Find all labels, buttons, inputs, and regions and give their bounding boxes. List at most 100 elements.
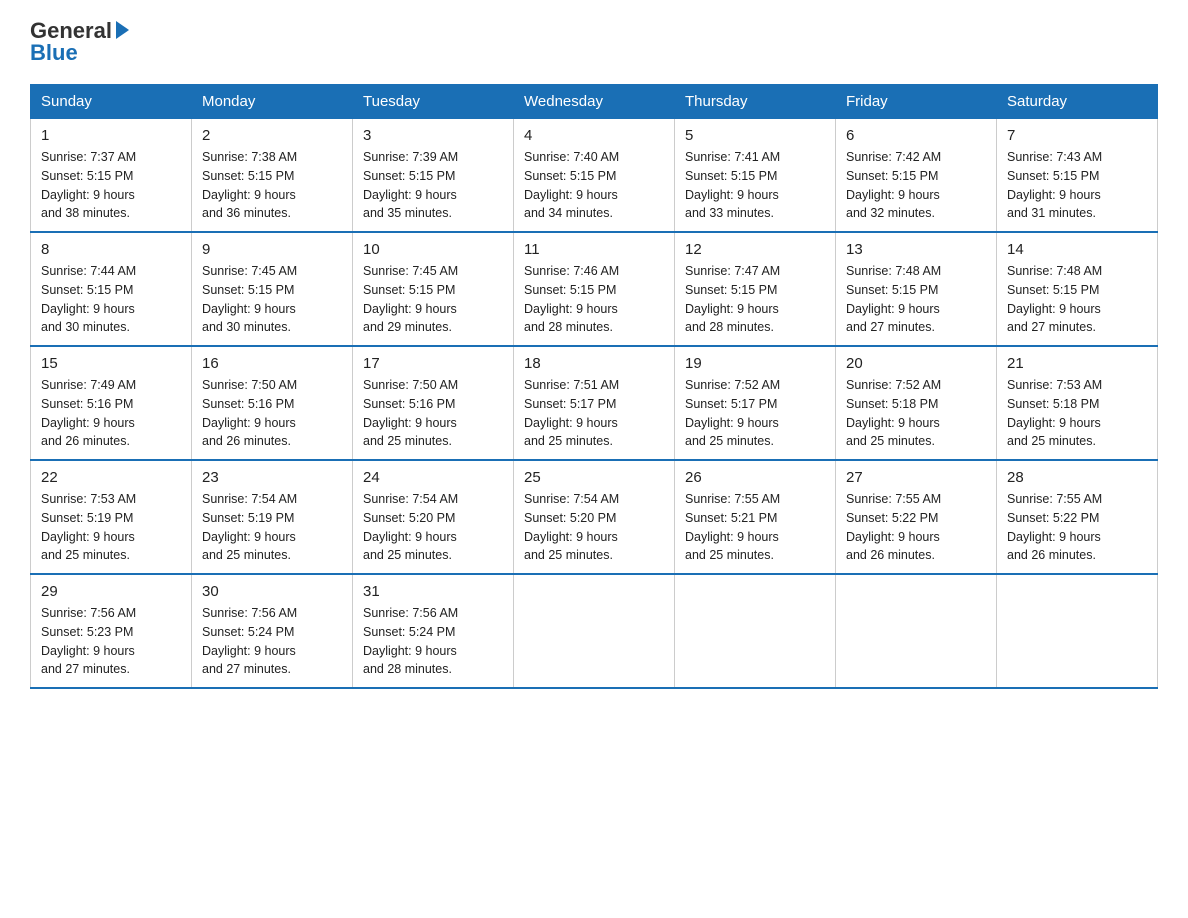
day-number: 12 — [685, 241, 825, 258]
calendar-cell: 2 Sunrise: 7:38 AM Sunset: 5:15 PM Dayli… — [192, 119, 353, 233]
weekday-sunday: Sunday — [31, 85, 192, 119]
day-info: Sunrise: 7:56 AM Sunset: 5:23 PM Dayligh… — [41, 604, 181, 679]
day-number: 30 — [202, 583, 342, 600]
day-number: 24 — [363, 469, 503, 486]
calendar-header: SundayMondayTuesdayWednesdayThursdayFrid… — [31, 85, 1158, 119]
weekday-wednesday: Wednesday — [514, 85, 675, 119]
weekday-row: SundayMondayTuesdayWednesdayThursdayFrid… — [31, 85, 1158, 119]
day-info: Sunrise: 7:54 AM Sunset: 5:19 PM Dayligh… — [202, 490, 342, 565]
day-number: 21 — [1007, 355, 1147, 372]
weekday-thursday: Thursday — [675, 85, 836, 119]
calendar-cell — [997, 574, 1158, 688]
weekday-saturday: Saturday — [997, 85, 1158, 119]
calendar-cell: 7 Sunrise: 7:43 AM Sunset: 5:15 PM Dayli… — [997, 119, 1158, 233]
day-info: Sunrise: 7:40 AM Sunset: 5:15 PM Dayligh… — [524, 148, 664, 223]
day-number: 14 — [1007, 241, 1147, 258]
logo: General Blue — [30, 20, 129, 64]
day-number: 27 — [846, 469, 986, 486]
calendar-cell: 28 Sunrise: 7:55 AM Sunset: 5:22 PM Dayl… — [997, 460, 1158, 574]
day-info: Sunrise: 7:49 AM Sunset: 5:16 PM Dayligh… — [41, 376, 181, 451]
day-number: 26 — [685, 469, 825, 486]
week-row-4: 22 Sunrise: 7:53 AM Sunset: 5:19 PM Dayl… — [31, 460, 1158, 574]
day-number: 1 — [41, 127, 181, 144]
day-info: Sunrise: 7:51 AM Sunset: 5:17 PM Dayligh… — [524, 376, 664, 451]
calendar-cell — [514, 574, 675, 688]
calendar-table: SundayMondayTuesdayWednesdayThursdayFrid… — [30, 84, 1158, 689]
day-info: Sunrise: 7:37 AM Sunset: 5:15 PM Dayligh… — [41, 148, 181, 223]
calendar-cell — [836, 574, 997, 688]
calendar-cell: 3 Sunrise: 7:39 AM Sunset: 5:15 PM Dayli… — [353, 119, 514, 233]
calendar-cell: 17 Sunrise: 7:50 AM Sunset: 5:16 PM Dayl… — [353, 346, 514, 460]
day-info: Sunrise: 7:44 AM Sunset: 5:15 PM Dayligh… — [41, 262, 181, 337]
calendar-cell: 5 Sunrise: 7:41 AM Sunset: 5:15 PM Dayli… — [675, 119, 836, 233]
day-number: 16 — [202, 355, 342, 372]
day-info: Sunrise: 7:53 AM Sunset: 5:19 PM Dayligh… — [41, 490, 181, 565]
day-number: 23 — [202, 469, 342, 486]
day-info: Sunrise: 7:38 AM Sunset: 5:15 PM Dayligh… — [202, 148, 342, 223]
day-info: Sunrise: 7:42 AM Sunset: 5:15 PM Dayligh… — [846, 148, 986, 223]
day-info: Sunrise: 7:43 AM Sunset: 5:15 PM Dayligh… — [1007, 148, 1147, 223]
week-row-5: 29 Sunrise: 7:56 AM Sunset: 5:23 PM Dayl… — [31, 574, 1158, 688]
day-info: Sunrise: 7:54 AM Sunset: 5:20 PM Dayligh… — [363, 490, 503, 565]
week-row-2: 8 Sunrise: 7:44 AM Sunset: 5:15 PM Dayli… — [31, 232, 1158, 346]
day-info: Sunrise: 7:50 AM Sunset: 5:16 PM Dayligh… — [202, 376, 342, 451]
day-info: Sunrise: 7:53 AM Sunset: 5:18 PM Dayligh… — [1007, 376, 1147, 451]
calendar-body: 1 Sunrise: 7:37 AM Sunset: 5:15 PM Dayli… — [31, 119, 1158, 689]
day-info: Sunrise: 7:56 AM Sunset: 5:24 PM Dayligh… — [202, 604, 342, 679]
day-info: Sunrise: 7:45 AM Sunset: 5:15 PM Dayligh… — [202, 262, 342, 337]
day-info: Sunrise: 7:52 AM Sunset: 5:18 PM Dayligh… — [846, 376, 986, 451]
day-info: Sunrise: 7:50 AM Sunset: 5:16 PM Dayligh… — [363, 376, 503, 451]
day-info: Sunrise: 7:55 AM Sunset: 5:22 PM Dayligh… — [846, 490, 986, 565]
calendar-cell: 21 Sunrise: 7:53 AM Sunset: 5:18 PM Dayl… — [997, 346, 1158, 460]
day-number: 5 — [685, 127, 825, 144]
calendar-cell: 23 Sunrise: 7:54 AM Sunset: 5:19 PM Dayl… — [192, 460, 353, 574]
calendar-cell: 11 Sunrise: 7:46 AM Sunset: 5:15 PM Dayl… — [514, 232, 675, 346]
day-number: 25 — [524, 469, 664, 486]
day-info: Sunrise: 7:55 AM Sunset: 5:22 PM Dayligh… — [1007, 490, 1147, 565]
weekday-tuesday: Tuesday — [353, 85, 514, 119]
day-number: 10 — [363, 241, 503, 258]
day-number: 11 — [524, 241, 664, 258]
calendar-cell: 31 Sunrise: 7:56 AM Sunset: 5:24 PM Dayl… — [353, 574, 514, 688]
day-info: Sunrise: 7:55 AM Sunset: 5:21 PM Dayligh… — [685, 490, 825, 565]
calendar-cell — [675, 574, 836, 688]
calendar-cell: 22 Sunrise: 7:53 AM Sunset: 5:19 PM Dayl… — [31, 460, 192, 574]
week-row-1: 1 Sunrise: 7:37 AM Sunset: 5:15 PM Dayli… — [31, 119, 1158, 233]
day-number: 17 — [363, 355, 503, 372]
day-number: 22 — [41, 469, 181, 486]
calendar-cell: 13 Sunrise: 7:48 AM Sunset: 5:15 PM Dayl… — [836, 232, 997, 346]
calendar-cell: 10 Sunrise: 7:45 AM Sunset: 5:15 PM Dayl… — [353, 232, 514, 346]
weekday-friday: Friday — [836, 85, 997, 119]
logo-text-blue: Blue — [30, 40, 78, 65]
calendar-cell: 1 Sunrise: 7:37 AM Sunset: 5:15 PM Dayli… — [31, 119, 192, 233]
day-info: Sunrise: 7:39 AM Sunset: 5:15 PM Dayligh… — [363, 148, 503, 223]
day-number: 13 — [846, 241, 986, 258]
day-info: Sunrise: 7:41 AM Sunset: 5:15 PM Dayligh… — [685, 148, 825, 223]
calendar-cell: 25 Sunrise: 7:54 AM Sunset: 5:20 PM Dayl… — [514, 460, 675, 574]
calendar-cell: 6 Sunrise: 7:42 AM Sunset: 5:15 PM Dayli… — [836, 119, 997, 233]
day-info: Sunrise: 7:47 AM Sunset: 5:15 PM Dayligh… — [685, 262, 825, 337]
day-number: 2 — [202, 127, 342, 144]
calendar-cell: 29 Sunrise: 7:56 AM Sunset: 5:23 PM Dayl… — [31, 574, 192, 688]
weekday-monday: Monday — [192, 85, 353, 119]
day-number: 20 — [846, 355, 986, 372]
day-number: 4 — [524, 127, 664, 144]
calendar-cell: 24 Sunrise: 7:54 AM Sunset: 5:20 PM Dayl… — [353, 460, 514, 574]
day-info: Sunrise: 7:46 AM Sunset: 5:15 PM Dayligh… — [524, 262, 664, 337]
calendar-cell: 14 Sunrise: 7:48 AM Sunset: 5:15 PM Dayl… — [997, 232, 1158, 346]
calendar-cell: 18 Sunrise: 7:51 AM Sunset: 5:17 PM Dayl… — [514, 346, 675, 460]
day-number: 28 — [1007, 469, 1147, 486]
calendar-cell: 27 Sunrise: 7:55 AM Sunset: 5:22 PM Dayl… — [836, 460, 997, 574]
day-info: Sunrise: 7:48 AM Sunset: 5:15 PM Dayligh… — [846, 262, 986, 337]
day-number: 19 — [685, 355, 825, 372]
calendar-cell: 12 Sunrise: 7:47 AM Sunset: 5:15 PM Dayl… — [675, 232, 836, 346]
week-row-3: 15 Sunrise: 7:49 AM Sunset: 5:16 PM Dayl… — [31, 346, 1158, 460]
day-info: Sunrise: 7:48 AM Sunset: 5:15 PM Dayligh… — [1007, 262, 1147, 337]
day-number: 7 — [1007, 127, 1147, 144]
page-header: General Blue — [30, 20, 1158, 64]
day-info: Sunrise: 7:45 AM Sunset: 5:15 PM Dayligh… — [363, 262, 503, 337]
calendar-cell: 8 Sunrise: 7:44 AM Sunset: 5:15 PM Dayli… — [31, 232, 192, 346]
day-number: 6 — [846, 127, 986, 144]
day-number: 3 — [363, 127, 503, 144]
logo-arrow-icon — [116, 21, 129, 39]
